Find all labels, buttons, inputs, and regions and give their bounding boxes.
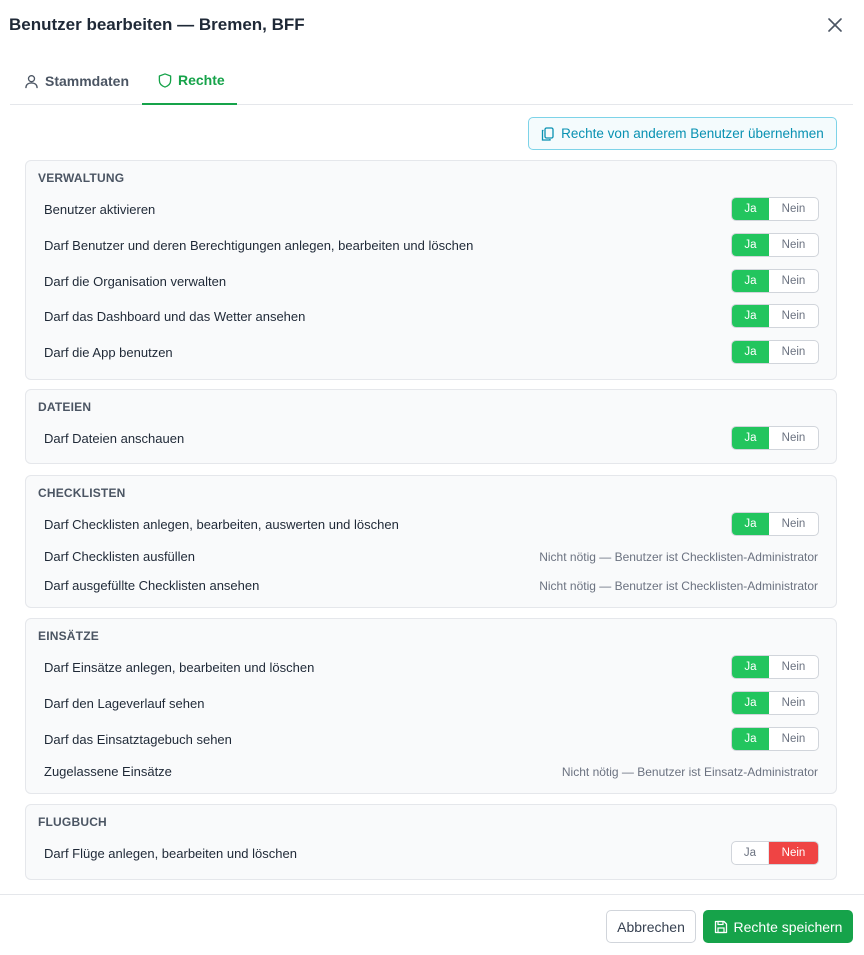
toggle-no[interactable]: Nein: [769, 198, 818, 220]
tab-bar: Stammdaten Rechte: [10, 57, 853, 105]
yes-no-toggle: Ja Nein: [731, 269, 819, 293]
shield-icon: [158, 72, 172, 88]
copy-rights-label: Rechte von anderem Benutzer übernehmen: [561, 126, 824, 141]
permission-row: Zugelassene Einsätze Nicht nötig — Benut…: [26, 759, 836, 785]
yes-no-toggle: Ja Nein: [731, 841, 819, 865]
cancel-button[interactable]: Abbrechen: [606, 910, 696, 943]
toggle-no[interactable]: Nein: [769, 234, 818, 256]
permission-row: Darf Checklisten ausfüllen Nicht nötig —…: [26, 544, 836, 570]
yes-no-toggle: Ja Nein: [731, 340, 819, 364]
dialog-header: Benutzer bearbeiten — Bremen, BFF: [0, 0, 864, 50]
permission-label: Darf Checklisten anlegen, bearbeiten, au…: [44, 517, 399, 532]
permission-row: Darf das Dashboard und das Wetter ansehe…: [26, 304, 836, 330]
permission-label: Darf das Dashboard und das Wetter ansehe…: [44, 309, 306, 324]
toggle-yes[interactable]: Ja: [732, 305, 769, 327]
not-needed-note: Nicht nötig — Benutzer ist Checklisten-A…: [539, 550, 818, 564]
toggle-no[interactable]: Nein: [769, 305, 818, 327]
permission-row: Darf den Lageverlauf sehen Ja Nein: [26, 691, 836, 717]
section-title: DATEIEN: [38, 400, 92, 414]
tab-rechte[interactable]: Rechte: [142, 57, 237, 105]
permission-label: Darf die App benutzen: [44, 345, 173, 360]
user-icon: [25, 74, 38, 88]
toggle-no[interactable]: Nein: [769, 270, 818, 292]
toggle-yes[interactable]: Ja: [732, 270, 769, 292]
section-verwaltung: VERWALTUNG Benutzer aktivieren Ja Nein D…: [25, 160, 837, 380]
permission-row: Benutzer aktivieren Ja Nein: [26, 197, 836, 223]
close-button[interactable]: [824, 14, 846, 36]
permission-label: Darf Benutzer und deren Berechtigungen a…: [44, 238, 474, 253]
toggle-yes[interactable]: Ja: [732, 728, 769, 750]
permission-row: Darf Dateien anschauen Ja Nein: [26, 426, 836, 452]
permission-label: Darf Einsätze anlegen, bearbeiten und lö…: [44, 660, 315, 675]
permission-label: Benutzer aktivieren: [44, 202, 156, 217]
permission-label: Darf den Lageverlauf sehen: [44, 696, 205, 711]
yes-no-toggle: Ja Nein: [731, 197, 819, 221]
copy-rights-button[interactable]: Rechte von anderem Benutzer übernehmen: [528, 117, 837, 150]
permission-row: Darf Flüge anlegen, bearbeiten und lösch…: [26, 841, 836, 867]
permission-row: Darf das Einsatztagebuch sehen Ja Nein: [26, 727, 836, 753]
yes-no-toggle: Ja Nein: [731, 512, 819, 536]
section-flugbuch: FLUGBUCH Darf Flüge anlegen, bearbeiten …: [25, 804, 837, 880]
yes-no-toggle: Ja Nein: [731, 727, 819, 751]
tab-stammdaten[interactable]: Stammdaten: [24, 57, 129, 105]
section-title: CHECKLISTEN: [38, 486, 126, 500]
toggle-no[interactable]: Nein: [769, 341, 818, 363]
permission-label: Darf die Organisation verwalten: [44, 274, 227, 289]
tab-label: Rechte: [178, 72, 225, 88]
section-checklisten: CHECKLISTEN Darf Checklisten anlegen, be…: [25, 475, 837, 608]
tab-label: Stammdaten: [45, 73, 130, 89]
dialog-footer: Abbrechen Rechte speichern: [0, 894, 864, 955]
toggle-no[interactable]: Nein: [769, 427, 818, 449]
yes-no-toggle: Ja Nein: [731, 655, 819, 679]
yes-no-toggle: Ja Nein: [731, 233, 819, 257]
dialog-title: Benutzer bearbeiten — Bremen, BFF: [9, 15, 305, 34]
permission-label: Darf Dateien anschauen: [44, 431, 185, 446]
toggle-yes[interactable]: Ja: [732, 198, 769, 220]
toggle-yes[interactable]: Ja: [732, 656, 769, 678]
permission-row: Darf die App benutzen Ja Nein: [26, 340, 836, 366]
permission-label: Darf ausgefüllte Checklisten ansehen: [44, 578, 260, 593]
toggle-yes[interactable]: Ja: [732, 427, 769, 449]
section-title: EINSÄTZE: [38, 629, 99, 643]
toggle-no[interactable]: Nein: [769, 842, 818, 864]
close-icon: [828, 18, 842, 32]
yes-no-toggle: Ja Nein: [731, 426, 819, 450]
section-title: VERWALTUNG: [38, 171, 125, 185]
not-needed-note: Nicht nötig — Benutzer ist Einsatz-Admin…: [561, 765, 818, 779]
copy-icon: [542, 126, 554, 141]
toggle-yes[interactable]: Ja: [732, 234, 769, 256]
permission-label: Zugelassene Einsätze: [44, 764, 172, 779]
yes-no-toggle: Ja Nein: [731, 304, 819, 328]
toggle-yes[interactable]: Ja: [732, 842, 769, 864]
permission-row: Darf Benutzer und deren Berechtigungen a…: [26, 233, 836, 259]
section-dateien: DATEIEN Darf Dateien anschauen Ja Nein: [25, 389, 837, 464]
save-button[interactable]: Rechte speichern: [703, 910, 853, 943]
toggle-yes[interactable]: Ja: [732, 513, 769, 535]
toggle-no[interactable]: Nein: [769, 728, 818, 750]
permission-row: Darf die Organisation verwalten Ja Nein: [26, 269, 836, 295]
permission-label: Darf das Einsatztagebuch sehen: [44, 732, 232, 747]
permission-row: Darf Einsätze anlegen, bearbeiten und lö…: [26, 655, 836, 681]
permission-label: Darf Flüge anlegen, bearbeiten und lösch…: [44, 846, 297, 861]
yes-no-toggle: Ja Nein: [731, 691, 819, 715]
section-einsaetze: EINSÄTZE Darf Einsätze anlegen, bearbeit…: [25, 618, 837, 794]
not-needed-note: Nicht nötig — Benutzer ist Checklisten-A…: [539, 579, 818, 593]
toggle-no[interactable]: Nein: [769, 656, 818, 678]
section-title: FLUGBUCH: [38, 815, 107, 829]
permission-label: Darf Checklisten ausfüllen: [44, 549, 196, 564]
permission-row: Darf ausgefüllte Checklisten ansehen Nic…: [26, 573, 836, 599]
toggle-no[interactable]: Nein: [769, 513, 818, 535]
permission-row: Darf Checklisten anlegen, bearbeiten, au…: [26, 512, 836, 538]
save-icon: [714, 920, 727, 933]
toggle-no[interactable]: Nein: [769, 692, 818, 714]
toggle-yes[interactable]: Ja: [732, 341, 769, 363]
save-label: Rechte speichern: [733, 918, 843, 935]
toggle-yes[interactable]: Ja: [732, 692, 769, 714]
